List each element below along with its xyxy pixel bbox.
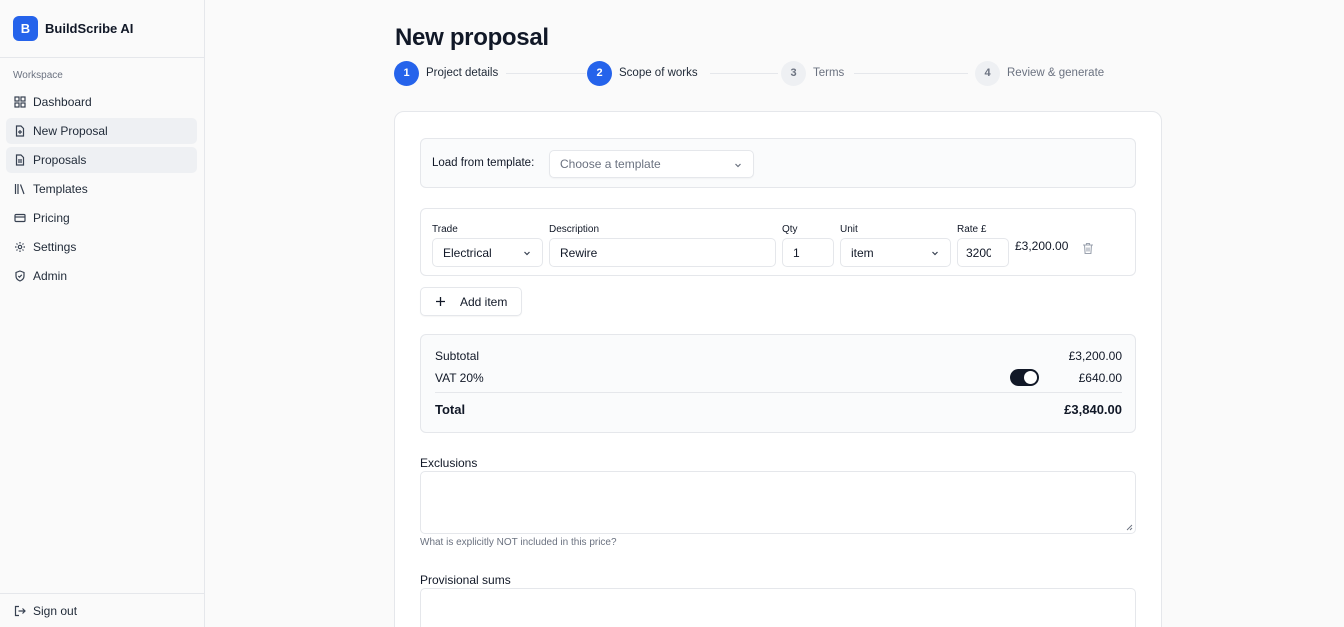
qty-value: 1 — [793, 245, 800, 260]
scope-card: Load from template: Choose a template Tr… — [394, 111, 1162, 627]
step-number: 1 — [394, 60, 419, 86]
sidebar-item-settings[interactable]: Settings — [6, 234, 197, 260]
description-value: Rewire — [560, 245, 598, 260]
total-value: £3,840.00 — [1064, 402, 1122, 417]
exclusions-textarea[interactable] — [420, 471, 1136, 534]
step-connector — [854, 73, 968, 74]
unit-value: item — [851, 245, 874, 260]
brand-name: BuildScribe AI — [45, 21, 134, 36]
rate-header: Rate £ — [957, 224, 987, 235]
subtotal-value: £3,200.00 — [1068, 349, 1122, 363]
library-icon — [14, 184, 25, 195]
template-loader: Load from template: Choose a template — [420, 138, 1136, 188]
step-connector — [506, 73, 586, 74]
sidebar-item-label: New Proposal — [33, 124, 108, 138]
step-label: Scope of works — [619, 67, 698, 79]
step-project-details[interactable]: 1 Project details — [394, 60, 498, 86]
total-row: Total £3,840.00 — [435, 402, 1122, 417]
description-input[interactable]: Rewire — [549, 238, 776, 267]
step-label: Review & generate — [1007, 67, 1105, 79]
sidebar-nav: Dashboard New Proposal Proposals Templat… — [6, 89, 197, 292]
provisional-sums-label: Provisional sums — [420, 573, 511, 587]
totals-panel: Subtotal £3,200.00 VAT 20% £640.00 Total… — [420, 334, 1136, 433]
line-total: £3,200.00 — [1015, 239, 1069, 253]
page-title: New proposal — [395, 24, 549, 51]
template-placeholder: Choose a template — [560, 157, 661, 171]
grid-icon — [14, 96, 26, 108]
workspace-section-label: Workspace — [13, 70, 63, 81]
sidebar-item-proposals[interactable]: Proposals — [6, 147, 197, 173]
qty-input[interactable]: 1 — [782, 238, 834, 267]
totals-divider — [435, 392, 1122, 393]
sidebar-item-pricing[interactable]: Pricing — [6, 205, 197, 231]
sidebar-item-label: Admin — [33, 269, 68, 283]
add-item-label: Add item — [460, 294, 508, 309]
file-text-icon — [15, 154, 25, 166]
sidebar-item-label: Dashboard — [33, 95, 92, 109]
toggle-knob — [1024, 371, 1037, 384]
template-select[interactable]: Choose a template — [549, 150, 754, 178]
sidebar: B BuildScribe AI Workspace Dashboard New… — [0, 0, 205, 627]
vat-value: £640.00 — [1078, 371, 1122, 385]
trade-select[interactable]: Electrical — [432, 238, 543, 267]
brand[interactable]: B BuildScribe AI — [0, 0, 204, 58]
description-header: Description — [549, 224, 600, 235]
gear-icon — [15, 242, 25, 252]
trade-value: Electrical — [443, 245, 492, 260]
step-label: Project details — [426, 67, 499, 79]
stepper: 1 Project details 2 Scope of works 3 Ter… — [394, 60, 1114, 86]
step-scope-of-works[interactable]: 2 Scope of works — [587, 60, 698, 86]
sign-out-icon — [14, 605, 26, 616]
sidebar-item-label: Proposals — [33, 153, 87, 167]
total-label: Total — [435, 402, 466, 417]
credit-card-icon — [14, 213, 26, 223]
step-review-generate[interactable]: 4 Review & generate — [975, 60, 1104, 86]
subtotal-row: Subtotal £3,200.00 — [435, 349, 1122, 363]
sign-out-button[interactable]: Sign out — [0, 593, 204, 627]
add-item-button[interactable]: Add item — [420, 287, 522, 316]
unit-header: Unit — [840, 224, 858, 235]
step-label: Terms — [813, 67, 845, 79]
resize-grip-icon[interactable] — [1125, 523, 1133, 531]
vat-toggle[interactable] — [1010, 369, 1039, 386]
step-number: 3 — [781, 60, 806, 86]
sidebar-item-templates[interactable]: Templates — [6, 176, 197, 202]
step-connector — [710, 73, 778, 74]
sidebar-item-admin[interactable]: Admin — [6, 263, 197, 289]
shield-icon — [15, 270, 25, 282]
sidebar-item-new-proposal[interactable]: New Proposal — [6, 118, 197, 144]
chevron-down-icon — [932, 251, 938, 256]
sidebar-item-label: Pricing — [33, 211, 70, 225]
plus-icon — [436, 297, 445, 306]
provisional-sums-textarea[interactable] — [420, 588, 1136, 627]
exclusions-label: Exclusions — [420, 456, 478, 470]
line-item-row: Trade Description Qty Unit Rate £ Electr… — [420, 208, 1136, 276]
trade-header: Trade — [432, 224, 458, 235]
chevron-down-icon — [735, 163, 741, 168]
sidebar-item-label: Settings — [33, 240, 77, 254]
sidebar-item-label: Templates — [33, 182, 88, 196]
subtotal-label: Subtotal — [435, 349, 480, 363]
step-number: 4 — [975, 60, 1000, 86]
file-plus-icon — [15, 125, 25, 137]
template-label: Load from template: — [432, 157, 535, 169]
chevron-down-icon — [524, 251, 530, 256]
rate-input[interactable]: 3200 — [957, 238, 1009, 267]
rate-value: 3200 — [966, 245, 991, 260]
exclusions-hint: What is explicitly NOT included in this … — [420, 537, 617, 548]
sign-out-label: Sign out — [33, 603, 78, 618]
step-number: 2 — [587, 60, 612, 86]
unit-select[interactable]: item — [840, 238, 951, 267]
step-terms[interactable]: 3 Terms — [781, 60, 844, 86]
trash-icon[interactable] — [1082, 242, 1094, 255]
vat-label: VAT 20% — [435, 371, 484, 385]
sidebar-item-dashboard[interactable]: Dashboard — [6, 89, 197, 115]
qty-header: Qty — [782, 224, 798, 235]
brand-logo: B — [13, 16, 38, 41]
